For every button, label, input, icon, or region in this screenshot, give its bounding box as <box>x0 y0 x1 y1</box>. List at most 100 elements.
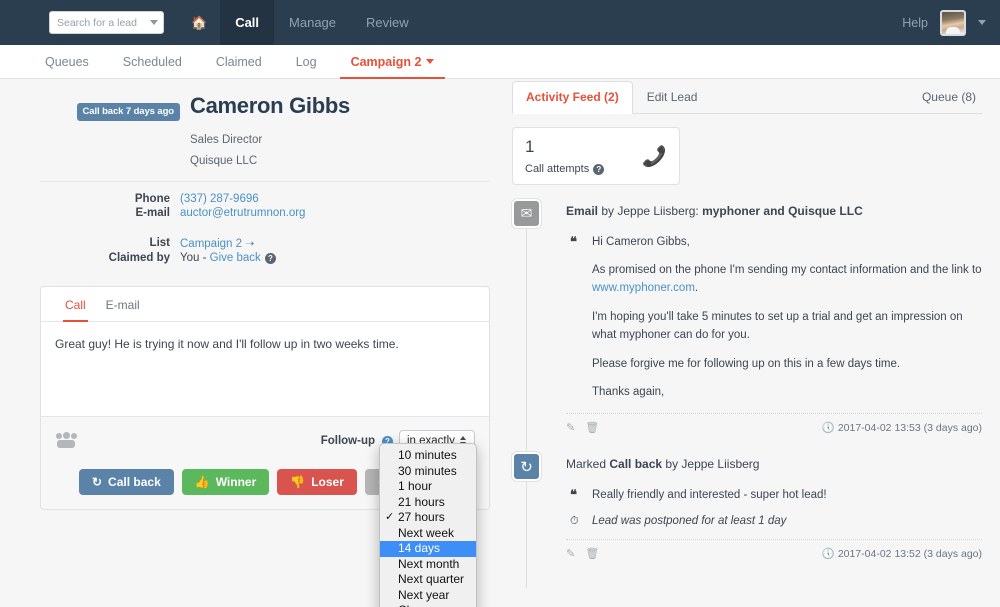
dropdown-option-0[interactable]: 10 minutes <box>380 448 476 464</box>
lead-field-phone: Phone (337) 287-9696 <box>40 193 490 205</box>
winner-label: Winner <box>215 475 257 490</box>
refresh-icon: ↻ <box>512 452 541 482</box>
subnav-item-queues[interactable]: Queues <box>28 55 106 78</box>
phone-link[interactable]: (337) 287-9696 <box>180 193 259 205</box>
call-attempts-text: 1 Call attempts ? <box>525 136 605 175</box>
avatar[interactable] <box>940 9 966 36</box>
nav-item-home[interactable]: 🏠 <box>178 0 220 45</box>
call-attempts-label-text: Call attempts <box>525 162 590 175</box>
tab-edit-lead[interactable]: Edit Lead <box>633 90 712 113</box>
dropdown-option-9[interactable]: Next year <box>380 588 476 604</box>
tab-call[interactable]: Call <box>55 287 96 323</box>
timeline-email-heading: Email by Jeppe Liisberg: myphoner and Qu… <box>566 199 982 220</box>
email-link[interactable]: auctor@etrutrumnon.org <box>180 207 305 219</box>
field-value-claimed-by: You - Give back ? <box>180 252 276 265</box>
subnav-item-campaign-2[interactable]: Campaign 2 <box>334 55 452 79</box>
subnav-item-log[interactable]: Log <box>279 55 334 78</box>
dropdown-option-7[interactable]: Next month <box>380 557 476 573</box>
queue-link[interactable]: Queue (8) <box>922 90 976 104</box>
myphoner-link[interactable]: www.myphoner.com <box>592 282 695 294</box>
activity-timeline: ✉ Email by Jeppe Liisberg: myphoner and … <box>512 199 982 588</box>
subnav-item-scheduled[interactable]: Scheduled <box>106 55 199 78</box>
timeline-callback-heading: Marked Call back by Jeppe Liisberg <box>566 452 982 473</box>
primary-nav: 🏠 Call Manage Review <box>178 0 424 45</box>
nav-item-call[interactable]: Call <box>220 0 275 45</box>
call-attempts-count: 1 <box>525 136 535 156</box>
field-value-list[interactable]: Campaign 2 ➝ <box>180 237 254 250</box>
nav-right-group: Help <box>902 0 986 45</box>
arrow-right-icon: ➝ <box>245 238 255 251</box>
callback-timestamp: 🕔 2017-04-02 13:52 (3 days ago) <box>821 547 982 560</box>
phone-icon: 📞 <box>642 145 667 168</box>
activity-column: Activity Feed (2) Edit Lead Queue (8) 1 … <box>512 80 982 588</box>
callback-quote-text: Really friendly and interested - super h… <box>592 488 827 501</box>
help-icon[interactable]: ? <box>593 163 605 175</box>
clock-icon: ⏱ <box>570 514 579 527</box>
email-p2-text: As promised on the phone I'm sending my … <box>592 264 982 277</box>
search-input[interactable]: Search for a lead <box>49 11 164 34</box>
timeline-item-callback: ↻ Marked Call back by Jeppe Liisberg ❝ R… <box>512 452 982 560</box>
quote-icon: ❝ <box>570 486 577 502</box>
dropdown-option-4[interactable]: 27 hours <box>380 510 476 526</box>
lead-identity: Cameron Gibbs Sales Director Quisque LLC <box>180 93 350 167</box>
chevron-down-icon[interactable] <box>150 20 158 25</box>
envelope-icon: ✉ <box>512 199 541 228</box>
loser-button[interactable]: 👎 Loser <box>277 469 357 496</box>
trash-icon[interactable]: 🗑 <box>585 421 599 434</box>
callback-head-bold: Call back <box>609 457 663 472</box>
field-value-email[interactable]: auctor@etrutrumnon.org <box>180 207 305 219</box>
email-timestamp-text: 2017-04-02 13:53 (3 days ago) <box>837 422 982 435</box>
nav-item-review[interactable]: Review <box>351 0 424 45</box>
note-tabs: Call E-mail <box>41 287 489 323</box>
call-attempts-label: Call attempts ? <box>525 162 605 175</box>
group-users-icon[interactable] <box>55 432 77 450</box>
help-link[interactable]: Help <box>902 16 928 30</box>
dropdown-option-10[interactable]: Choose... <box>380 603 476 607</box>
tab-email[interactable]: E-mail <box>96 287 150 321</box>
field-value-phone[interactable]: (337) 287-9696 <box>180 193 259 205</box>
dropdown-option-3[interactable]: 21 hours <box>380 495 476 511</box>
nav-item-manage[interactable]: Manage <box>274 0 351 45</box>
divider <box>40 181 490 183</box>
loser-label: Loser <box>311 475 344 490</box>
callback-head-mid: by Jeppe Liisberg <box>662 457 760 472</box>
note-textarea[interactable]: Great guy! He is trying it now and I'll … <box>41 322 489 416</box>
home-icon: 🏠 <box>191 14 208 30</box>
give-back-link[interactable]: Give back <box>210 252 261 264</box>
avatar-chevron-down-icon[interactable] <box>978 20 986 25</box>
help-icon[interactable]: ? <box>264 253 276 265</box>
call-back-button[interactable]: ↻ Call back <box>78 469 174 496</box>
page-title: Cameron Gibbs <box>190 93 350 118</box>
followup-label: Follow-up <box>320 435 375 448</box>
callback-postponed-text: Lead was postponed for at least 1 day <box>592 514 787 527</box>
dropdown-option-2[interactable]: 1 hour <box>380 479 476 495</box>
claimed-by-text: You - <box>180 252 210 265</box>
status-badge-column: Call back 7 days ago <box>40 94 180 121</box>
call-back-label: Call back <box>108 475 161 490</box>
email-head-bold-2: myphoner and Quisque LLC <box>702 204 863 218</box>
edit-icon[interactable]: ✎ <box>566 421 575 434</box>
winner-button[interactable]: 👍 Winner <box>181 469 270 496</box>
trash-icon[interactable]: 🗑 <box>585 547 599 560</box>
subnav-item-claimed[interactable]: Claimed <box>199 55 279 78</box>
field-label-list: List <box>149 237 170 250</box>
field-label-email: E-mail <box>135 207 170 220</box>
dropdown-option-8[interactable]: Next quarter <box>380 572 476 588</box>
dropdown-option-1[interactable]: 30 minutes <box>380 464 476 480</box>
followup-dropdown-menu[interactable]: 10 minutes30 minutes1 hour21 hours27 hou… <box>379 443 477 607</box>
list-link[interactable]: Campaign 2 <box>180 238 242 250</box>
callback-timestamp-text: 2017-04-02 13:52 (3 days ago) <box>837 547 982 560</box>
email-body: Hi Cameron Gibbs, As promised on the pho… <box>592 234 982 403</box>
search-placeholder: Search for a lead <box>57 16 137 29</box>
callback-footer: ✎ 🗑 🕔 2017-04-02 13:52 (3 days ago) <box>566 538 982 560</box>
chevron-down-icon <box>426 59 435 64</box>
email-timestamp: 🕔 2017-04-02 13:53 (3 days ago) <box>821 422 982 435</box>
dropdown-option-6[interactable]: 14 days <box>380 541 476 557</box>
lead-field-email: E-mail auctor@etrutrumnon.org <box>40 207 490 219</box>
field-label-claimed-by: Claimed by <box>108 252 170 265</box>
dropdown-option-5[interactable]: Next week <box>380 526 476 542</box>
email-head-bold-1: Email <box>566 204 599 218</box>
tab-activity-feed[interactable]: Activity Feed (2) <box>512 81 633 114</box>
call-attempts-card: 1 Call attempts ? 📞 <box>512 127 680 185</box>
edit-icon[interactable]: ✎ <box>566 547 575 560</box>
